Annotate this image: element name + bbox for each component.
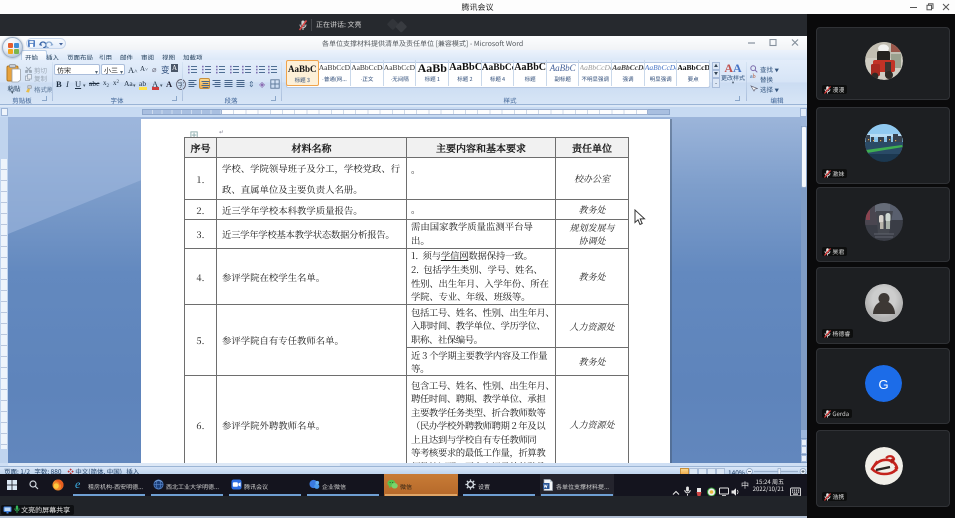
svg-text:G: G <box>878 377 888 392</box>
